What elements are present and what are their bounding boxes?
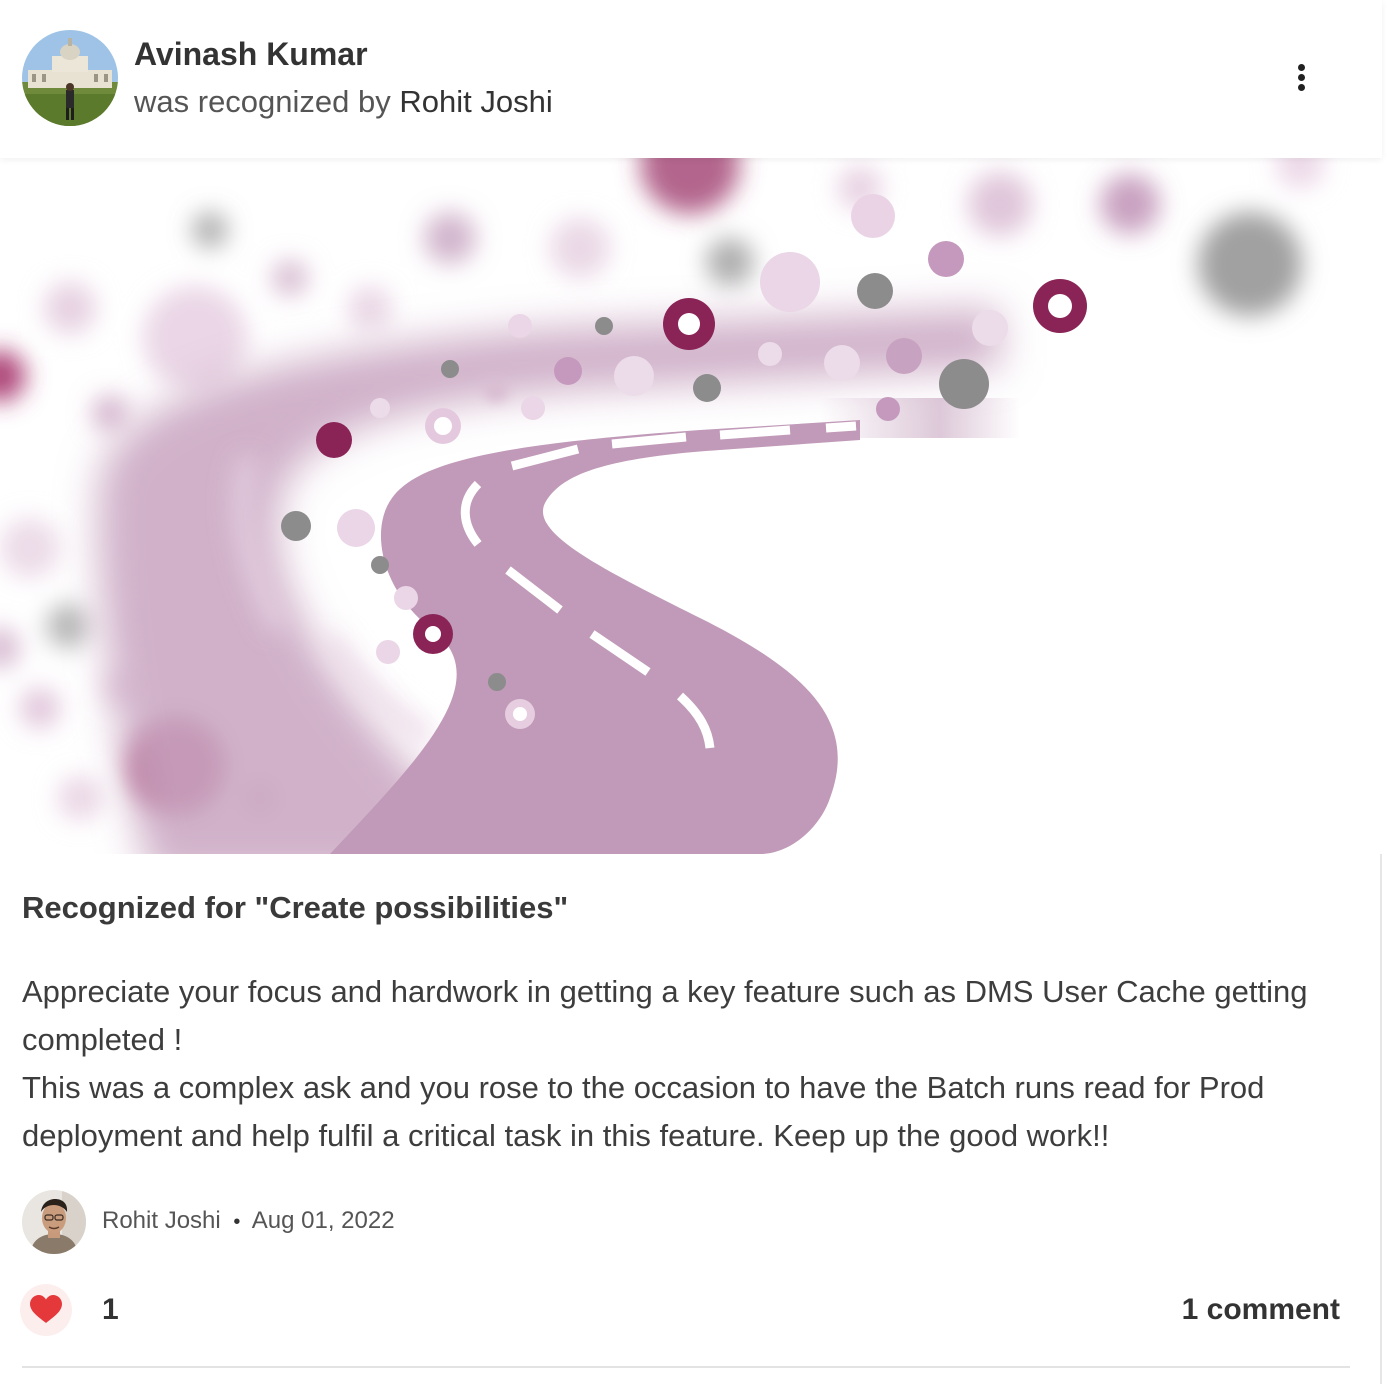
recognition-subtitle: was recognized by Rohit Joshi <box>134 84 553 120</box>
more-vertical-icon-dot <box>1298 84 1305 91</box>
award-title: Recognized for "Create possibilities" <box>22 890 569 925</box>
recipient-name[interactable]: Avinash Kumar <box>134 36 368 73</box>
post-date: Aug 01, 2022 <box>251 1207 395 1234</box>
recognizer-name[interactable]: Rohit Joshi <box>399 84 552 119</box>
more-vertical-icon <box>1298 64 1305 71</box>
recognition-message: Appreciate your focus and hardwork in ge… <box>22 968 1342 1160</box>
giver-name[interactable]: Rohit Joshi <box>102 1207 221 1234</box>
giver-avatar-image <box>22 1190 86 1254</box>
heart-icon <box>30 1295 62 1323</box>
recognition-card: Avinash Kumar was recognized by Rohit Jo… <box>0 0 1382 1384</box>
winding-road-illustration <box>0 158 1324 854</box>
more-options-button[interactable] <box>1282 56 1322 100</box>
recipient-avatar-image <box>22 30 118 126</box>
award-banner-image <box>0 158 1382 854</box>
like-button[interactable] <box>20 1284 72 1336</box>
giver-avatar[interactable] <box>22 1190 86 1254</box>
message-line: Appreciate your focus and hardwork in ge… <box>22 974 1308 1057</box>
message-line: This was a complex ask and you rose to t… <box>22 1070 1265 1153</box>
post-header: Avinash Kumar was recognized by Rohit Jo… <box>0 0 1382 158</box>
more-vertical-icon-dot <box>1298 74 1305 81</box>
giver-meta: Rohit Joshi • Aug 01, 2022 <box>102 1207 395 1235</box>
divider <box>22 1366 1350 1368</box>
recognized-by-text: was recognized by <box>134 84 391 119</box>
recipient-avatar[interactable] <box>22 30 118 126</box>
comments-link[interactable]: 1 comment <box>1182 1293 1340 1327</box>
meta-separator: • <box>233 1211 241 1233</box>
like-count: 1 <box>102 1293 119 1326</box>
